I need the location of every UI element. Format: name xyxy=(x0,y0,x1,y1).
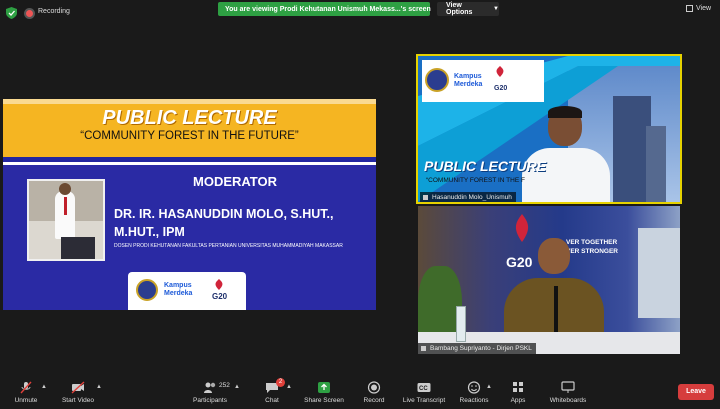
meeting-top-bar: Recording You are viewing Prodi Kehutana… xyxy=(0,0,720,26)
participants-options-chevron-icon[interactable]: ▲ xyxy=(234,384,240,390)
share-screen-button[interactable]: Share Screen xyxy=(302,377,346,409)
share-screen-icon xyxy=(318,382,330,393)
view-options-button[interactable]: View Options ▼ xyxy=(437,2,499,16)
view-options-label: View Options xyxy=(446,2,473,16)
sanitizer-bottle xyxy=(456,306,466,342)
security-shield-icon[interactable] xyxy=(6,7,17,19)
g20-emblem-icon xyxy=(515,214,529,242)
unmute-options-chevron-icon[interactable]: ▲ xyxy=(41,384,47,390)
slide-subtitle: “COMMUNITY FOREST IN THE FUTURE” xyxy=(80,130,299,142)
participant-body xyxy=(522,148,610,202)
share-banner-text: You are viewing Prodi Kehutanan Unismuh … xyxy=(225,5,431,13)
chat-unread-badge: 2 xyxy=(276,378,285,387)
backdrop-g20-text: G20 xyxy=(506,254,533,270)
moderator-affiliation: DOSEN PRODI KEHUTANAN FAKULTAS PERTANIAN… xyxy=(114,243,343,249)
tile-logo-strip: Kampus Merdeka G20 xyxy=(422,60,544,102)
pin-icon xyxy=(423,195,428,200)
moderator-heading: MODERATOR xyxy=(193,174,278,189)
smiley-icon xyxy=(467,381,481,394)
slide-title: PUBLIC LECTURE xyxy=(102,107,277,129)
university-logo-icon xyxy=(136,279,158,301)
chevron-down-icon: ▼ xyxy=(493,6,499,12)
shared-screen-slide: PUBLIC LECTURE “COMMUNITY FOREST IN THE … xyxy=(3,99,376,310)
view-button[interactable]: View xyxy=(686,5,711,12)
backdrop-slogan: VER TOGETHER VER STRONGER xyxy=(566,239,619,255)
mic-muted-icon xyxy=(20,381,32,394)
svg-text:Kampus: Kampus xyxy=(454,73,482,80)
apps-button[interactable]: Apps xyxy=(506,377,530,409)
view-label: View xyxy=(696,5,712,12)
reactions-button[interactable]: Reactions xyxy=(458,377,490,409)
slide-divider xyxy=(3,157,376,162)
recording-dot-icon xyxy=(26,10,33,17)
svg-text:CC: CC xyxy=(419,386,428,392)
moderator-name-line2: M.HUT., IPM xyxy=(114,225,185,239)
chat-options-chevron-icon[interactable]: ▲ xyxy=(286,384,292,390)
svg-text:G20: G20 xyxy=(494,85,507,92)
svg-text:G20: G20 xyxy=(212,292,228,301)
recording-label[interactable]: Recording xyxy=(38,8,70,15)
whiteboards-button[interactable]: Whiteboards xyxy=(546,377,590,409)
participants-count: 252 xyxy=(219,382,230,389)
grid-view-icon xyxy=(686,5,693,12)
leave-button[interactable]: Leave xyxy=(678,384,714,400)
participant-name-tag: Bambang Supriyanto - Dirjen PSKL xyxy=(418,343,536,354)
participants-icon xyxy=(204,382,216,393)
meeting-controls-toolbar: Unmute ▲ Start Video ▲ Participants 252 … xyxy=(0,377,720,409)
video-options-chevron-icon[interactable]: ▲ xyxy=(96,384,102,390)
apps-icon xyxy=(513,382,523,392)
svg-text:Merdeka: Merdeka xyxy=(454,81,483,88)
start-video-button[interactable]: Start Video xyxy=(58,377,98,409)
tile-slide-title: PUBLIC LECTURE xyxy=(424,158,547,174)
unmute-button[interactable]: Unmute xyxy=(8,377,44,409)
g20-logo-icon: G20 xyxy=(212,279,228,301)
pin-icon xyxy=(421,346,426,351)
participant-name-tag: Hasanuddin Molo_Unismuh xyxy=(420,192,516,202)
moderator-photo xyxy=(27,179,105,261)
moderator-name-line1: DR. IR. HASANUDDIN MOLO, S.HUT., xyxy=(114,207,334,221)
video-tile-hasanuddin[interactable]: Kampus Merdeka G20 PUBLIC LECTURE “COMMU… xyxy=(416,54,682,204)
chat-button[interactable]: 2 Chat xyxy=(258,377,286,409)
video-tile-bambang[interactable]: G20 VER TOGETHER VER STRONGER Bambang Su… xyxy=(418,206,680,354)
reactions-options-chevron-icon[interactable]: ▲ xyxy=(486,384,492,390)
live-transcript-button[interactable]: CC Live Transcript xyxy=(400,377,448,409)
record-icon xyxy=(367,381,381,394)
tile-slide-subtitle: “COMMUNITY FOREST IN THE F xyxy=(426,177,525,184)
sponsor-logos: Kampus Merdeka G20 xyxy=(128,272,246,310)
closed-caption-icon: CC xyxy=(417,383,431,392)
screen-share-banner: You are viewing Prodi Kehutanan Unismuh … xyxy=(218,2,431,16)
participant-face xyxy=(538,238,570,274)
video-off-icon xyxy=(71,381,85,394)
record-button[interactable]: Record xyxy=(360,377,388,409)
whiteboard-icon xyxy=(561,381,575,393)
kampus-merdeka-logo: Kampus Merdeka xyxy=(164,282,193,297)
